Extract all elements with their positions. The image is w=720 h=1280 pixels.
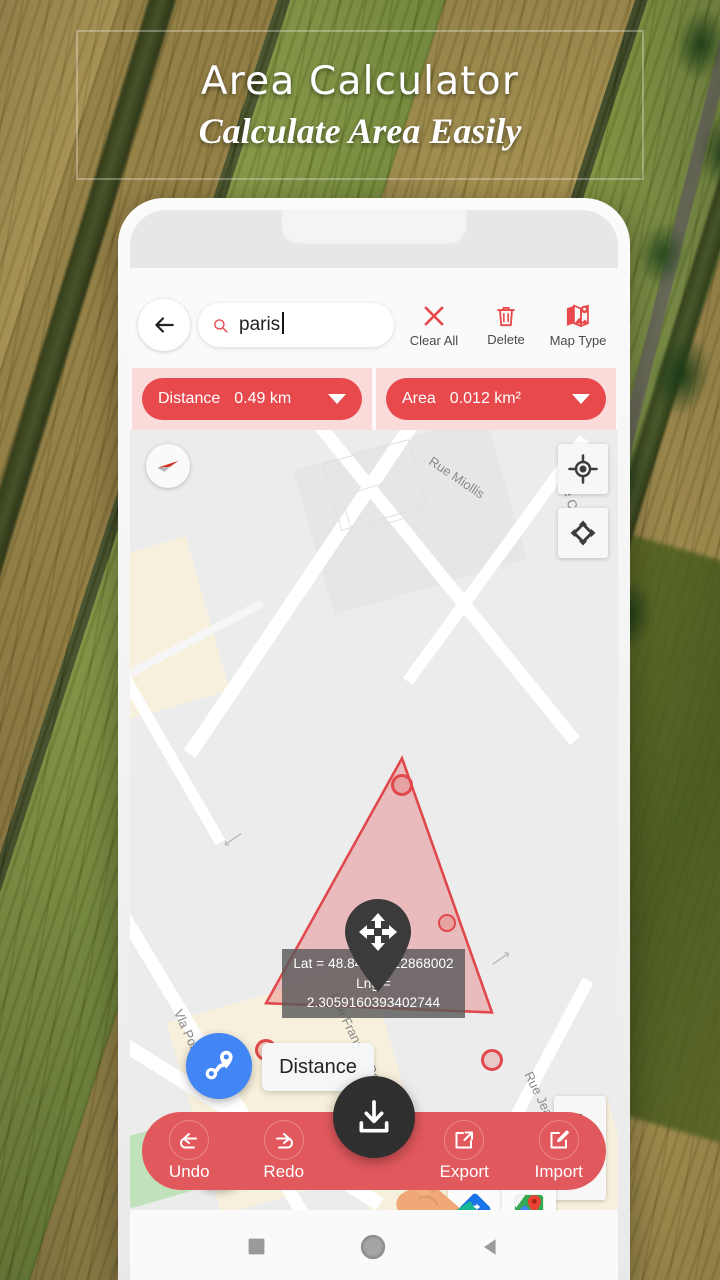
compass-button[interactable] (146, 444, 190, 488)
promo-title: Area Calculator (200, 58, 520, 104)
redo-label: Redo (263, 1162, 305, 1181)
distance-value: 0.49 km (234, 390, 292, 407)
clear-all-label: Clear All (409, 333, 459, 348)
promo-banner: Area Calculator Calculate Area Easily (76, 30, 644, 180)
download-icon (359, 1100, 389, 1133)
distance-key: Distance (158, 390, 221, 407)
export-button[interactable]: Export (417, 1120, 512, 1182)
undo-icon (169, 1120, 210, 1160)
area-selector[interactable]: Area 0.012 km² (386, 378, 606, 420)
redo-icon (263, 1120, 304, 1160)
phone-mockup: paris Clear All Delete Map Type Distance… (118, 198, 630, 1280)
export-icon (444, 1120, 485, 1160)
pan-move-button[interactable] (558, 508, 608, 558)
android-nav-bar (130, 1210, 618, 1280)
drag-pin-handle[interactable] (339, 896, 417, 992)
recents-button[interactable] (247, 1237, 266, 1261)
close-x-icon (424, 306, 444, 326)
back-nav-button[interactable] (480, 1236, 502, 1263)
delete-button[interactable]: Delete (474, 303, 538, 347)
app-toolbar: paris Clear All Delete Map Type (130, 288, 618, 362)
route-pins-icon (205, 1050, 233, 1080)
fab-distance[interactable] (186, 1033, 252, 1099)
promo-subtitle: Calculate Area Easily (198, 110, 522, 151)
phone-notch (281, 210, 467, 246)
map-type-icon (566, 304, 589, 328)
download-fab[interactable] (333, 1076, 415, 1158)
search-icon (214, 318, 228, 333)
chevron-down-icon (572, 394, 590, 404)
clear-all-button[interactable]: Clear All (402, 302, 466, 348)
import-button[interactable]: Import (512, 1120, 607, 1182)
chevron-down-icon (328, 394, 346, 404)
back-button[interactable] (138, 299, 190, 351)
undo-label: Undo (168, 1162, 210, 1181)
compass-needle-icon (157, 460, 179, 472)
search-input[interactable]: paris (198, 303, 394, 347)
delete-label: Delete (487, 332, 525, 347)
area-value: 0.012 km² (449, 390, 521, 407)
search-value: paris (239, 312, 285, 335)
menu-chip-distance-label: Distance (279, 1055, 357, 1078)
import-label: Import (534, 1162, 583, 1181)
polygon-midpoint[interactable] (438, 914, 456, 932)
my-location-icon (568, 454, 598, 484)
arrow-left-icon (155, 317, 174, 333)
export-label: Export (439, 1162, 489, 1181)
redo-button[interactable]: Redo (237, 1120, 332, 1182)
trash-icon (497, 306, 515, 327)
measurement-pills: Distance 0.49 km Area 0.012 km² (130, 368, 618, 430)
pan-move-icon (570, 520, 596, 546)
home-button[interactable] (359, 1233, 387, 1266)
undo-button[interactable]: Undo (142, 1120, 237, 1182)
polygon-vertex[interactable] (391, 774, 413, 796)
my-location-button[interactable] (558, 444, 608, 494)
phone-notch-bar (130, 210, 618, 268)
phone-screen: paris Clear All Delete Map Type Distance… (130, 268, 618, 1280)
import-icon (538, 1120, 579, 1160)
area-key: Area (402, 390, 436, 407)
map-type-label: Map Type (549, 333, 607, 348)
polygon-vertex[interactable] (481, 1049, 503, 1071)
map-type-button[interactable]: Map Type (546, 302, 610, 348)
distance-selector[interactable]: Distance 0.49 km (142, 378, 362, 420)
